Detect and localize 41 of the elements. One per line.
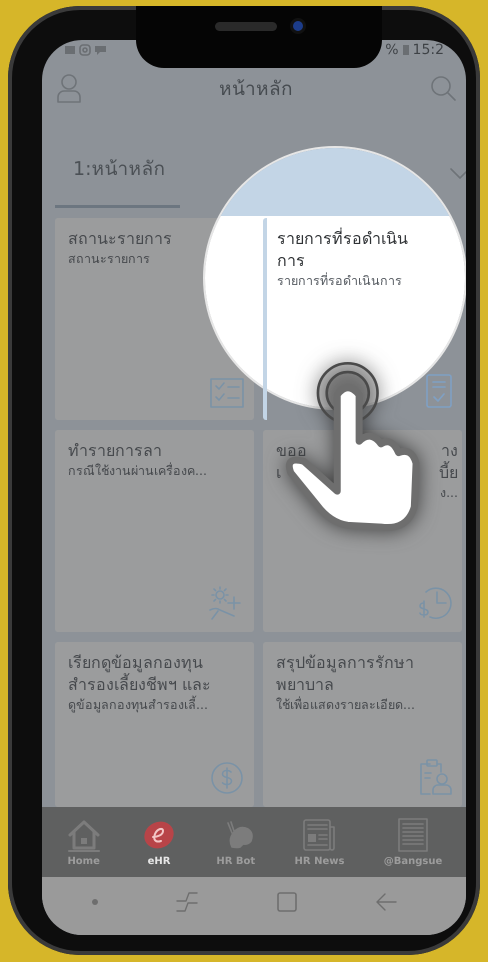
recent-apps-icon[interactable] bbox=[176, 891, 198, 913]
dollar-circle-icon bbox=[210, 761, 244, 795]
notification-icons bbox=[64, 44, 108, 56]
menu-card[interactable]: ทำรายการลา กรณีใช้งานผ่านเครื่องค... bbox=[55, 430, 254, 632]
chevron-down-icon[interactable] bbox=[450, 168, 466, 180]
bottom-nav-tab[interactable]: HR News bbox=[294, 817, 344, 867]
bottom-nav-tab[interactable]: Home bbox=[66, 817, 102, 867]
card-subtitle-fragment: ง... bbox=[440, 484, 458, 501]
menu-card[interactable]: สรุปข้อมูลการรักษาพยาบาล ใช้เพื่อแสดงรายละเอียด... bbox=[263, 642, 462, 807]
battery-percent: % bbox=[385, 42, 399, 58]
card-title-fragment: บี้ย bbox=[439, 462, 458, 484]
card-subtitle: สถานะรายการ bbox=[68, 250, 151, 267]
home-button-icon[interactable] bbox=[276, 891, 298, 913]
profile-icon[interactable] bbox=[56, 73, 82, 103]
section-tab[interactable]: 1:หน้าหลัก bbox=[55, 153, 180, 208]
menu-card[interactable]: เรียกดูข้อมูลกองทุนสำรองเลี้ยงชีพฯ และ ดูข้อมูลกองทุนสำรองเลี้... bbox=[55, 642, 254, 807]
card-title: เรียกดูข้อมูลกองทุนสำรองเลี้ยงชีพฯ และ bbox=[68, 652, 212, 696]
checklist-icon bbox=[210, 378, 244, 408]
card-subtitle: กรณีใช้งานผ่านเครื่องค... bbox=[68, 462, 208, 479]
card-title: รายการที่รอดำเนินการ bbox=[277, 228, 409, 272]
search-icon[interactable] bbox=[430, 75, 456, 101]
dot-icon bbox=[90, 898, 99, 906]
battery-icon bbox=[402, 44, 410, 56]
card-subtitle: รายการที่รอดำเนินการ bbox=[277, 272, 403, 289]
page-title: หน้าหลัก bbox=[219, 77, 293, 102]
card-title: สถานะรายการ bbox=[68, 228, 173, 250]
clipboard-person-icon bbox=[418, 759, 452, 795]
card-subtitle: ใช้เพื่อแสดงรายละเอียด... bbox=[276, 696, 416, 713]
card-subtitle: ดูข้อมูลกองทุนสำรองเลี้... bbox=[68, 696, 209, 713]
card-title-fragment: เ bbox=[276, 462, 281, 484]
document-check-icon bbox=[426, 374, 452, 408]
clock-time: 15:2 bbox=[412, 42, 444, 58]
newspaper-icon bbox=[301, 817, 338, 853]
back-arrow-icon[interactable] bbox=[375, 891, 398, 913]
card-title-fragment: ขออ bbox=[276, 440, 307, 462]
bottom-nav-tab[interactable]: eHR bbox=[141, 817, 178, 867]
card-title: สรุปข้อมูลการรักษาพยาบาล bbox=[276, 652, 415, 696]
bottom-nav-tab[interactable]: @Bangsue bbox=[384, 817, 442, 867]
card-title: ทำรายการลา bbox=[68, 440, 163, 462]
card-title-fragment: าง bbox=[441, 440, 458, 461]
bottom-nav-tab[interactable]: HR Bot bbox=[216, 817, 256, 867]
